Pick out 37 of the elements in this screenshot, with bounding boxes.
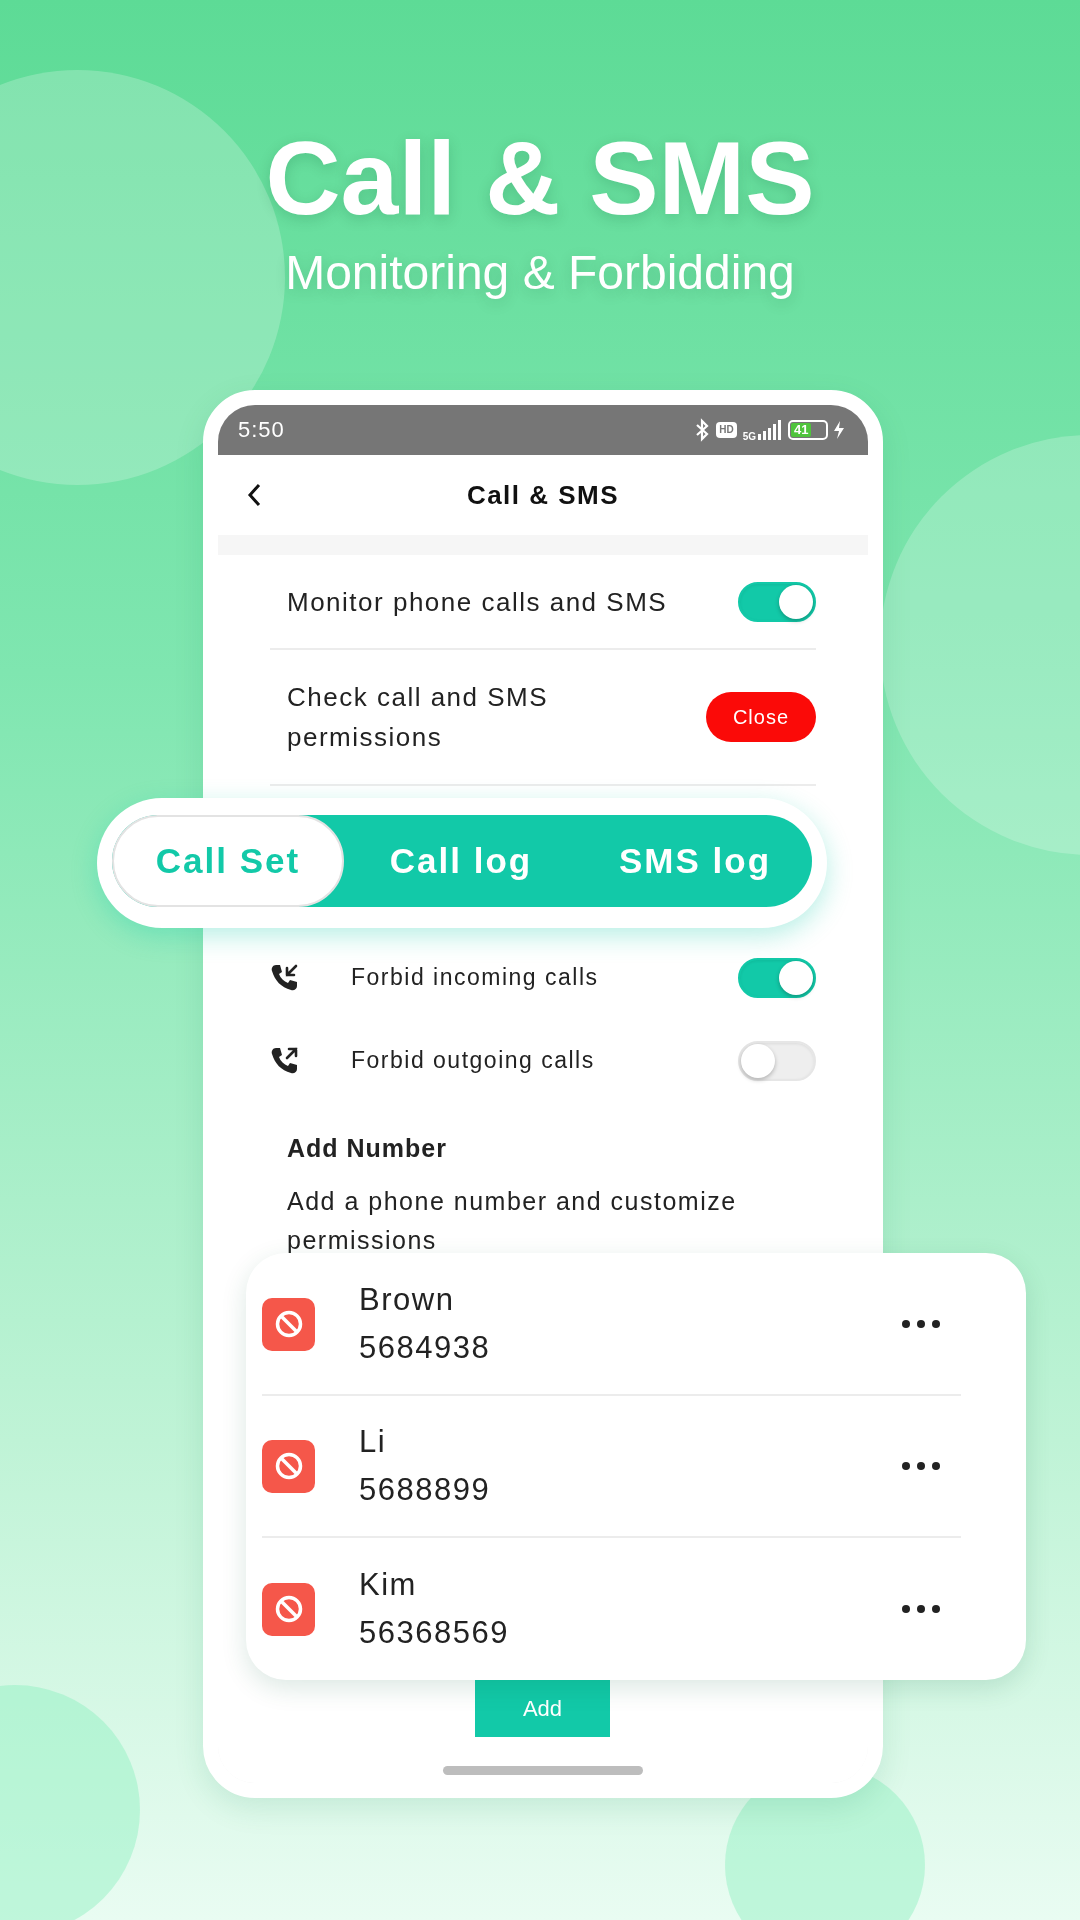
- setting-label: Monitor phone calls and SMS: [286, 585, 669, 619]
- block-icon: [262, 1582, 315, 1636]
- more-icon[interactable]: [901, 1604, 941, 1614]
- tab[interactable]: SMS log: [578, 815, 812, 907]
- charging-icon: [834, 421, 844, 439]
- close-button[interactable]: Close: [706, 692, 816, 742]
- block-icon: [262, 1297, 315, 1351]
- contact-name: Brown: [359, 1282, 455, 1318]
- status-time: 5:50: [238, 417, 285, 443]
- signal-icon: [758, 420, 782, 440]
- tab[interactable]: Call log: [344, 815, 578, 907]
- hd-badge: HD: [716, 422, 737, 438]
- block-icon: [262, 1439, 315, 1493]
- more-icon[interactable]: [901, 1319, 941, 1329]
- contact-number: 5684938: [359, 1330, 491, 1366]
- bluetooth-icon: [694, 418, 711, 442]
- contact-name: Li: [359, 1424, 387, 1461]
- contact-name: Kim: [359, 1567, 417, 1603]
- screen-title: Call & SMS: [466, 479, 620, 511]
- headline: Call & SMS: [265, 119, 815, 238]
- contact-number: 5688899: [359, 1472, 491, 1509]
- outgoing-call-icon: [270, 1045, 300, 1076]
- setting-label: Check call and SMS permissions: [286, 681, 550, 754]
- section-title: Add Number: [287, 1133, 447, 1164]
- more-icon[interactable]: [901, 1461, 941, 1472]
- add-button[interactable]: Add: [475, 1680, 610, 1737]
- battery-indicator: 41: [788, 420, 828, 440]
- setting-label: Forbid outgoing calls: [351, 1047, 596, 1074]
- contact-number: 56368569: [359, 1615, 509, 1651]
- subheadline: Monitoring & Forbidding: [285, 245, 795, 301]
- toggle-switch[interactable]: [738, 957, 816, 998]
- setting-label: Forbid incoming calls: [351, 964, 600, 991]
- incoming-call-icon: [270, 962, 300, 993]
- section-description: Add a phone number and customize permissions: [287, 1186, 738, 1256]
- toggle-switch[interactable]: [738, 581, 816, 622]
- network-label: 5G: [742, 431, 756, 443]
- tab[interactable]: Call Set: [112, 815, 344, 907]
